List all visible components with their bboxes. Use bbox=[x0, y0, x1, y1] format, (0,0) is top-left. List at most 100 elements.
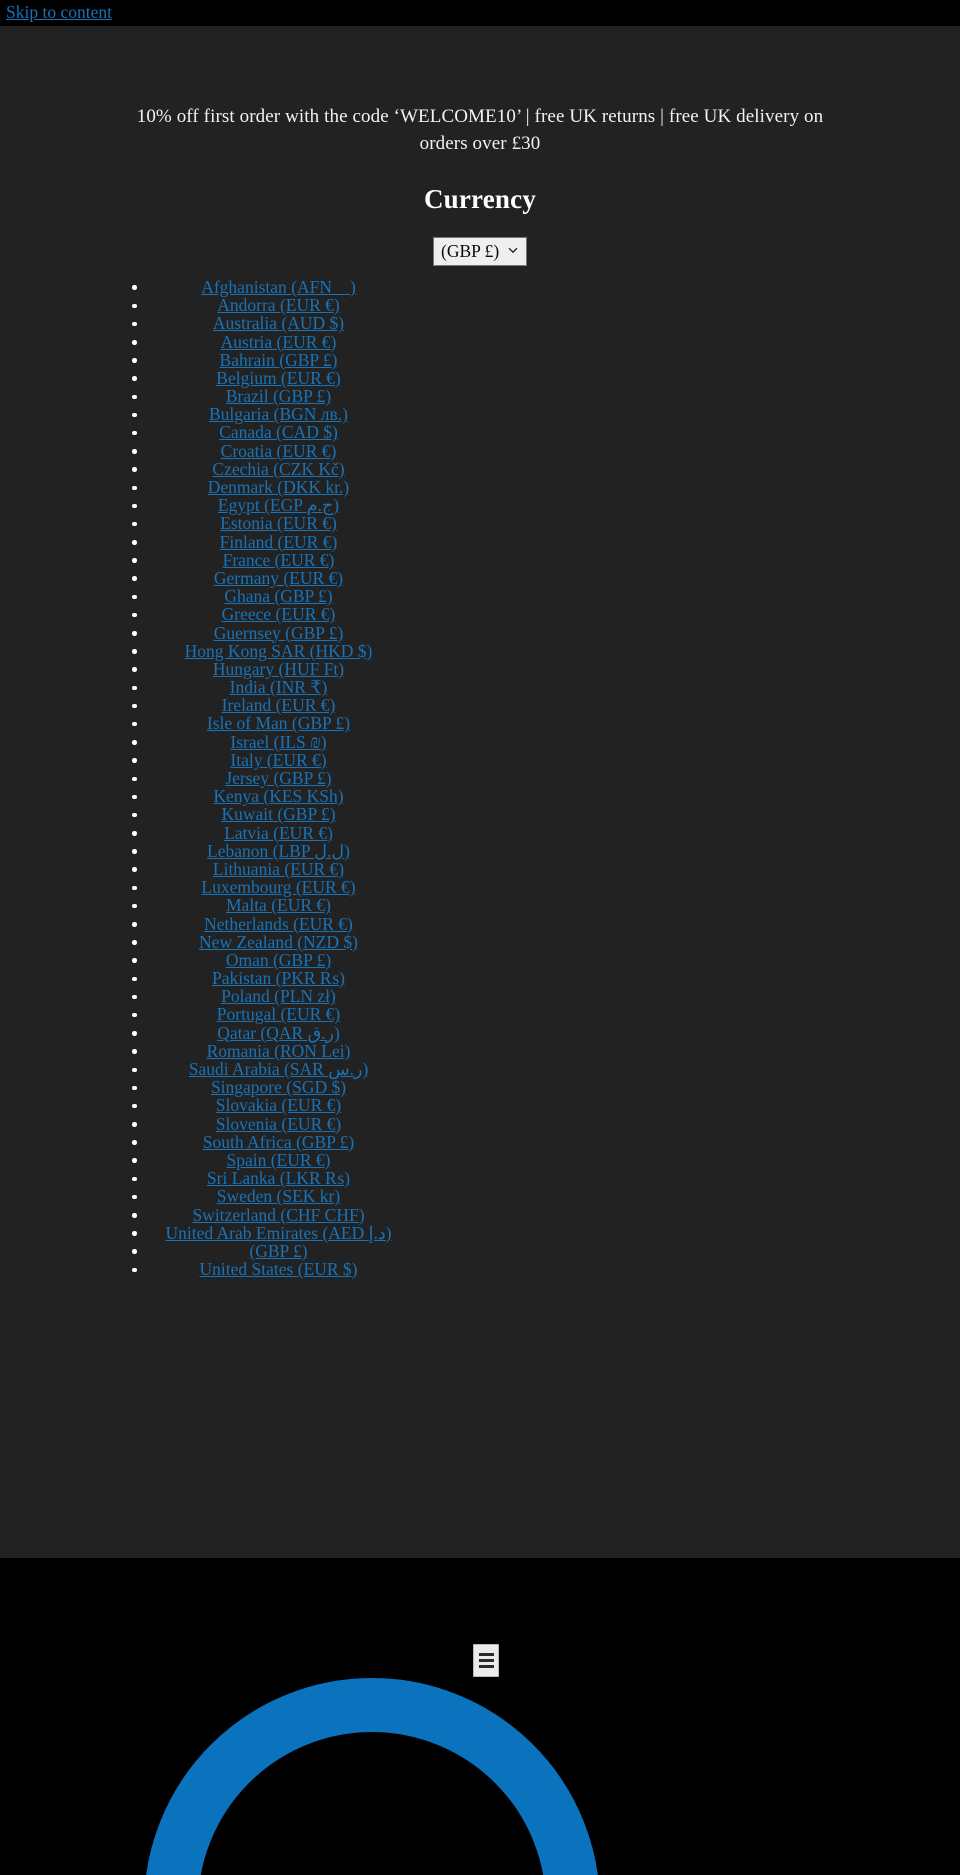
currency-link[interactable]: Brazil (GBP £) bbox=[226, 386, 331, 406]
list-item: Belgium (EUR €) bbox=[0, 369, 960, 387]
list-item: Greece (EUR €) bbox=[0, 605, 960, 623]
currency-link[interactable]: United States (EUR $) bbox=[200, 1259, 358, 1279]
currency-link[interactable]: Jersey (GBP £) bbox=[225, 768, 331, 788]
announcement-text: 10% off first order with the code ‘WELCO… bbox=[136, 106, 824, 154]
currency-link[interactable]: South Africa (GBP £) bbox=[203, 1132, 355, 1152]
currency-link[interactable]: Egypt (EGP ج.م) bbox=[218, 495, 339, 515]
currency-link[interactable]: Portugal (EUR €) bbox=[217, 1004, 340, 1024]
currency-link[interactable]: Switzerland (CHF CHF) bbox=[192, 1205, 364, 1225]
currency-link[interactable]: United Arab Emirates (AED د.إ) bbox=[166, 1223, 392, 1243]
list-item: Kenya (KES KSh) bbox=[0, 787, 960, 805]
currency-link[interactable]: Czechia (CZK Kč) bbox=[212, 459, 344, 479]
list-item: United States (EUR $) bbox=[0, 1260, 960, 1278]
currency-link[interactable]: Malta (EUR €) bbox=[226, 895, 331, 915]
currency-link[interactable]: Slovenia (EUR €) bbox=[216, 1114, 341, 1134]
list-item: Netherlands (EUR €) bbox=[0, 914, 960, 934]
hamburger-bar bbox=[478, 1659, 494, 1662]
list-item: Andorra (EUR €) bbox=[0, 296, 960, 314]
currency-link[interactable]: Romania (RON Lei) bbox=[207, 1041, 351, 1061]
list-item: Ghana (GBP £) bbox=[0, 587, 960, 605]
currency-link[interactable]: Bahrain (GBP £) bbox=[220, 350, 338, 370]
list-item: Singapore (SGD $) bbox=[0, 1078, 960, 1096]
currency-link[interactable]: Spain (EUR €) bbox=[226, 1150, 330, 1170]
currency-link[interactable]: Lithuania (EUR €) bbox=[213, 859, 344, 879]
list-item: Austria (EUR €) bbox=[0, 332, 960, 352]
currency-link[interactable]: Belgium (EUR €) bbox=[216, 368, 340, 388]
currency-country-list: Afghanistan (AFN  ) Andorra (EUR €) Aust… bbox=[0, 278, 960, 1278]
list-item: Poland (PLN zł) bbox=[0, 987, 960, 1005]
currency-link[interactable]: Guernsey (GBP £) bbox=[214, 623, 344, 643]
currency-select-wrapper: (GBP £) bbox=[0, 236, 960, 266]
currency-link[interactable]: Hungary (HUF Ft) bbox=[213, 659, 344, 679]
list-item: Canada (CAD $) bbox=[0, 422, 960, 442]
list-item: Finland (EUR €) bbox=[0, 532, 960, 552]
currency-select[interactable]: (GBP £) bbox=[433, 236, 527, 266]
currency-link[interactable]: Italy (EUR €) bbox=[230, 750, 326, 770]
currency-link[interactable]: Austria (EUR €) bbox=[221, 332, 337, 352]
currency-link[interactable]: Singapore (SGD $) bbox=[211, 1077, 346, 1097]
currency-link[interactable]: Canada (CAD $) bbox=[219, 422, 338, 442]
list-item: Isle of Man (GBP £) bbox=[0, 713, 960, 733]
hamburger-menu-icon[interactable] bbox=[473, 1644, 499, 1677]
currency-link[interactable]: Ghana (GBP £) bbox=[224, 586, 332, 606]
list-item: Czechia (CZK Kč) bbox=[0, 460, 960, 478]
list-item: Spain (EUR €) bbox=[0, 1151, 960, 1169]
list-item: Guernsey (GBP £) bbox=[0, 623, 960, 643]
currency-link[interactable]: France (EUR €) bbox=[223, 550, 335, 570]
currency-link[interactable]: Afghanistan (AFN  ) bbox=[201, 277, 356, 297]
currency-link[interactable]: Saudi Arabia (SAR ر.س) bbox=[189, 1059, 369, 1079]
currency-link[interactable]: Ireland (EUR €) bbox=[222, 695, 336, 715]
list-item: Luxembourg (EUR €) bbox=[0, 878, 960, 896]
list-item: Germany (EUR €) bbox=[0, 569, 960, 587]
currency-link[interactable]: Luxembourg (EUR €) bbox=[201, 877, 355, 897]
currency-link[interactable]: Hong Kong SAR (HKD $) bbox=[185, 641, 373, 661]
currency-link[interactable]: Andorra (EUR €) bbox=[217, 295, 339, 315]
list-item: France (EUR €) bbox=[0, 551, 960, 569]
list-item: Saudi Arabia (SAR ر.س) bbox=[0, 1060, 960, 1078]
list-item: Hong Kong SAR (HKD $) bbox=[0, 642, 960, 660]
hamburger-bar bbox=[478, 1665, 494, 1668]
list-item: Sri Lanka (LKR ₨) bbox=[0, 1169, 960, 1187]
currency-link[interactable]: Denmark (DKK kr.) bbox=[208, 477, 349, 497]
list-item: Jersey (GBP £) bbox=[0, 769, 960, 787]
loading-spinner-ring bbox=[144, 1678, 600, 1875]
currency-link[interactable]: Germany (EUR €) bbox=[214, 568, 343, 588]
currency-link[interactable]: Latvia (EUR €) bbox=[224, 823, 333, 843]
currency-link[interactable]: Greece (EUR €) bbox=[222, 604, 336, 624]
currency-link[interactable]: (GBP £) bbox=[249, 1241, 307, 1261]
currency-link[interactable]: Isle of Man (GBP £) bbox=[207, 713, 350, 733]
currency-link[interactable]: New Zealand (NZD $) bbox=[199, 932, 358, 952]
list-item: Israel (ILS ₪) bbox=[0, 733, 960, 751]
list-item: Qatar (QAR ر.ق) bbox=[0, 1024, 960, 1042]
list-item: Afghanistan (AFN  ) bbox=[0, 278, 960, 296]
currency-link[interactable]: Kuwait (GBP £) bbox=[221, 804, 335, 824]
currency-link[interactable]: Bulgaria (BGN лв.) bbox=[209, 404, 348, 424]
currency-link[interactable]: Australia (AUD $) bbox=[213, 313, 344, 333]
list-item: Romania (RON Lei) bbox=[0, 1042, 960, 1060]
currency-link[interactable]: Israel (ILS ₪) bbox=[230, 732, 326, 752]
list-item: Slovenia (EUR €) bbox=[0, 1114, 960, 1134]
currency-link[interactable]: Netherlands (EUR €) bbox=[204, 914, 353, 934]
currency-link[interactable]: Finland (EUR €) bbox=[220, 532, 338, 552]
currency-link[interactable]: Lebanon (LBP ل.ل) bbox=[207, 841, 350, 861]
list-item: Brazil (GBP £) bbox=[0, 387, 960, 405]
currency-link[interactable]: Slovakia (EUR €) bbox=[216, 1095, 341, 1115]
list-item: India (INR ₹) bbox=[0, 678, 960, 696]
currency-link[interactable]: Estonia (EUR €) bbox=[220, 513, 337, 533]
currency-link[interactable]: Kenya (KES KSh) bbox=[213, 786, 343, 806]
currency-link[interactable]: Croatia (EUR €) bbox=[221, 441, 337, 461]
footer-area bbox=[0, 1558, 960, 1875]
list-item: Hungary (HUF Ft) bbox=[0, 660, 960, 678]
currency-link[interactable]: Sri Lanka (LKR ₨) bbox=[207, 1168, 350, 1188]
currency-link[interactable]: Oman (GBP £) bbox=[226, 950, 331, 970]
currency-link[interactable]: Sweden (SEK kr) bbox=[217, 1186, 340, 1206]
currency-link[interactable]: Poland (PLN zł) bbox=[221, 986, 336, 1006]
list-item: Latvia (EUR €) bbox=[0, 823, 960, 843]
currency-link[interactable]: Qatar (QAR ر.ق) bbox=[217, 1023, 340, 1043]
hamburger-bar bbox=[478, 1653, 494, 1656]
skip-bar: Skip to content bbox=[0, 0, 960, 26]
skip-to-content-link[interactable]: Skip to content bbox=[6, 4, 112, 22]
list-item: Denmark (DKK kr.) bbox=[0, 478, 960, 496]
currency-link[interactable]: Pakistan (PKR ₨) bbox=[212, 968, 345, 988]
currency-link[interactable]: India (INR ₹) bbox=[230, 677, 328, 697]
